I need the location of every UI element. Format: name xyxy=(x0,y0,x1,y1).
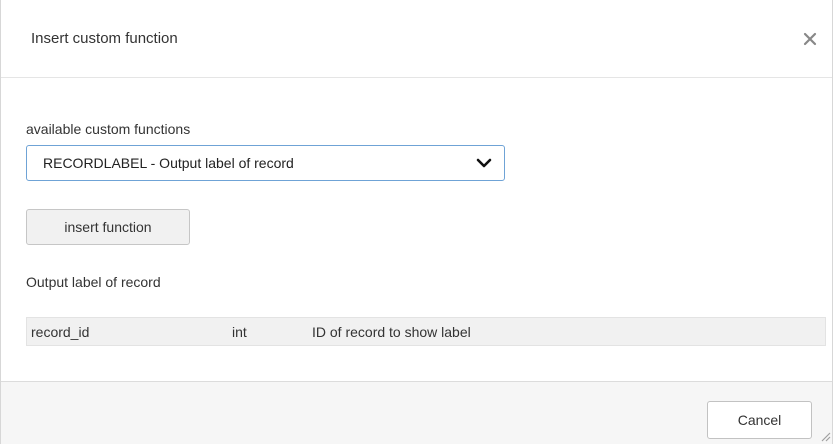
insert-function-button[interactable]: insert function xyxy=(26,209,190,245)
dialog-header: Insert custom function xyxy=(1,0,832,78)
chevron-down-icon xyxy=(476,158,492,168)
resize-handle-icon[interactable] xyxy=(819,430,831,442)
close-icon xyxy=(803,32,817,46)
dialog-body: available custom functions RECORDLABEL -… xyxy=(1,78,832,381)
function-description: Output label of record xyxy=(26,274,161,290)
param-name: record_id xyxy=(31,324,90,340)
param-type: int xyxy=(232,324,247,340)
functions-select-label: available custom functions xyxy=(26,121,191,137)
param-description: ID of record to show label xyxy=(312,324,471,340)
functions-select-value: RECORDLABEL - Output label of record xyxy=(43,155,294,171)
dialog-footer: Cancel xyxy=(1,381,832,444)
parameter-table: record_id int ID of record to show label xyxy=(26,317,826,346)
insert-custom-function-dialog: Insert custom function available custom … xyxy=(0,0,833,444)
functions-select[interactable]: RECORDLABEL - Output label of record xyxy=(26,145,505,181)
cancel-button[interactable]: Cancel xyxy=(707,401,812,439)
dialog-title: Insert custom function xyxy=(31,30,178,47)
close-button[interactable] xyxy=(797,26,823,52)
